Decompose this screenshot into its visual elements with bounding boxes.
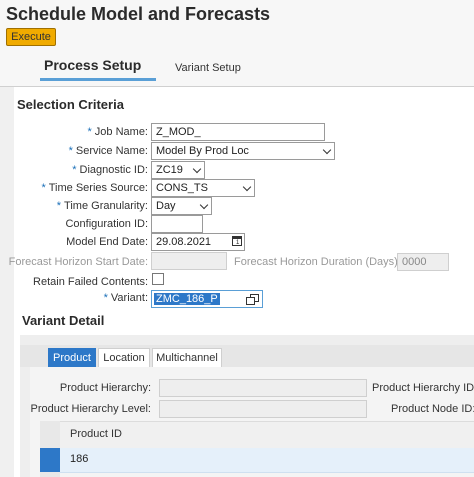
active-tab-indicator — [40, 78, 156, 81]
tab-product[interactable]: Product — [48, 348, 96, 368]
tab-process-setup[interactable]: Process Setup — [44, 57, 141, 73]
configuration-id-label: Configuration ID: — [65, 218, 148, 230]
tab-multichannel[interactable]: Multichannel — [152, 348, 222, 368]
product-hierarchy-level-input[interactable] — [159, 400, 367, 418]
product-hierarchy-id-label: Product Hierarchy ID: — [372, 382, 474, 394]
table-row[interactable] — [60, 448, 474, 473]
diagnostic-id-select[interactable]: ZC19 — [151, 161, 205, 179]
product-hierarchy-label: Product Hierarchy: — [59, 382, 151, 394]
selection-criteria-title: Selection Criteria — [17, 97, 124, 112]
retain-failed-contents-label: Retain Failed Contents: — [33, 276, 148, 288]
left-gutter — [0, 87, 14, 477]
required-marker: * — [103, 292, 108, 304]
variant-input[interactable]: ZMC_186_P — [151, 290, 263, 308]
tab-divider — [0, 86, 474, 87]
product-hierarchy-level-label: Product Hierarchy Level: — [30, 403, 151, 415]
row-selector[interactable] — [40, 448, 60, 472]
diagnostic-id-label: * Diagnostic ID: — [72, 164, 148, 176]
required-marker: * — [41, 182, 46, 194]
execute-button[interactable]: Execute — [6, 28, 56, 46]
chevron-down-icon — [192, 164, 202, 174]
time-granularity-value: Day — [156, 200, 176, 212]
product-hierarchy-input[interactable] — [159, 379, 367, 397]
forecast-horizon-duration-label: Forecast Horizon Duration (Days): — [234, 256, 401, 268]
required-marker: * — [68, 145, 73, 157]
service-name-label: * Service Name: — [68, 145, 148, 157]
model-end-date-label: Model End Date: — [66, 236, 148, 248]
variant-detail-title: Variant Detail — [22, 313, 105, 328]
column-header-product-id[interactable]: Product ID — [70, 428, 122, 440]
chevron-down-icon — [199, 200, 209, 210]
model-end-date-input[interactable]: 29.08.2021 1 — [151, 233, 245, 251]
model-end-date-value: 29.08.2021 — [156, 236, 212, 248]
tab-variant-setup[interactable]: Variant Setup — [175, 62, 241, 74]
time-series-source-label: * Time Series Source: — [41, 182, 148, 194]
service-name-select[interactable]: Model By Prod Loc — [151, 142, 335, 160]
product-node-id-label: Product Node ID: — [391, 403, 474, 415]
time-series-source-value: CONS_TS — [156, 182, 208, 194]
time-series-source-select[interactable]: CONS_TS — [151, 179, 255, 197]
chevron-down-icon — [242, 182, 252, 192]
tab-location[interactable]: Location — [98, 348, 150, 368]
chevron-down-icon — [322, 145, 332, 155]
product-id-cell: 186 — [70, 453, 89, 465]
variant-label: * Variant: — [103, 292, 148, 304]
forecast-horizon-start-date-label: Forecast Horizon Start Date: — [8, 256, 148, 268]
job-name-input[interactable]: Z_MOD_ — [151, 123, 325, 141]
service-name-value: Model By Prod Loc — [156, 145, 249, 157]
configuration-id-input[interactable] — [151, 215, 203, 233]
variant-value-selected: ZMC_186_P — [154, 293, 220, 305]
diagnostic-id-value: ZC19 — [156, 164, 183, 176]
forecast-horizon-duration-input: 0000 — [397, 253, 449, 271]
retain-failed-contents-checkbox[interactable] — [152, 273, 164, 285]
required-marker: * — [87, 126, 92, 138]
required-marker: * — [56, 200, 62, 212]
required-marker: * — [72, 164, 77, 176]
value-help-icon[interactable] — [246, 294, 259, 305]
job-name-label: * Job Name: — [87, 126, 148, 138]
forecast-horizon-start-date-input — [151, 252, 227, 270]
page-title: Schedule Model and Forecasts — [6, 4, 271, 24]
calendar-icon[interactable]: 1 — [232, 236, 242, 246]
time-granularity-label: * Time Granularity: — [56, 200, 148, 212]
time-granularity-select[interactable]: Day — [151, 197, 212, 215]
